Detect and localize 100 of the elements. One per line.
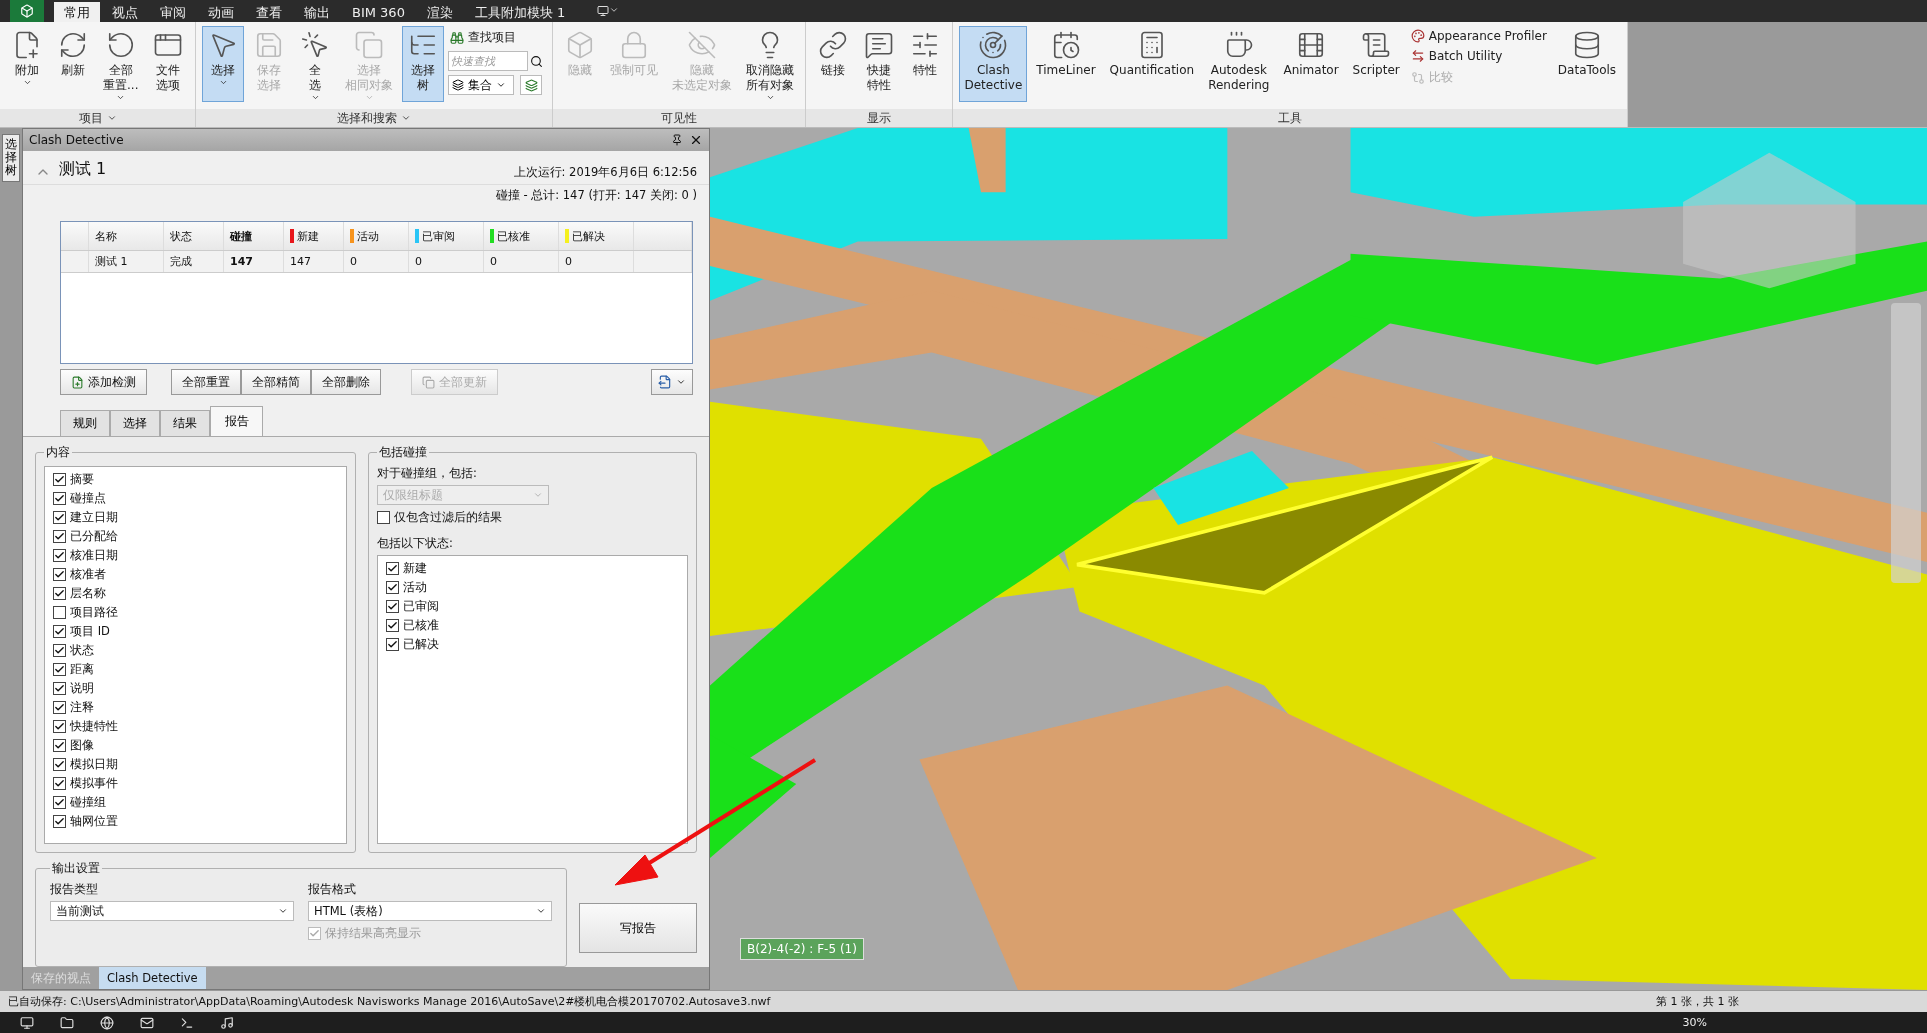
ribbon-button[interactable]: 文件 选项 xyxy=(147,26,190,102)
content-checkbox[interactable]: 注释 xyxy=(53,699,338,716)
checkmark-icon xyxy=(54,588,65,599)
content-checkbox[interactable]: 项目路径 xyxy=(53,604,338,621)
music-icon[interactable] xyxy=(220,1015,234,1030)
table-cell: 0 xyxy=(559,251,634,272)
ribbon-tab[interactable]: 输出 xyxy=(294,2,340,22)
window-tab[interactable]: Clash Detective xyxy=(99,967,206,989)
ribbon-button[interactable]: TimeLiner xyxy=(1031,26,1101,102)
ribbon-button[interactable]: Clash Detective xyxy=(959,26,1028,102)
ribbon-group-title[interactable]: 项目 xyxy=(0,109,196,127)
content-checkbox[interactable]: 摘要 xyxy=(53,471,338,488)
content-checkbox[interactable]: 已分配给 xyxy=(53,528,338,545)
ribbon-button[interactable]: Animator xyxy=(1278,26,1344,102)
ribbon-button[interactable]: 全 选 xyxy=(294,26,337,106)
panel-button[interactable]: 全部精简 xyxy=(241,369,311,395)
column-header[interactable]: 新建 xyxy=(284,222,344,250)
column-header[interactable]: 碰撞 xyxy=(224,222,284,250)
content-checkbox[interactable]: 碰撞组 xyxy=(53,794,338,811)
pin-icon[interactable] xyxy=(671,134,683,146)
column-header[interactable]: 状态 xyxy=(164,222,224,250)
find-items-button[interactable]: 查找项目 xyxy=(448,28,547,47)
ribbon-tab[interactable]: 视点 xyxy=(102,2,148,22)
column-header[interactable]: 已核准 xyxy=(484,222,559,250)
export-dropdown-button[interactable] xyxy=(651,369,693,395)
content-checkbox[interactable]: 项目 ID xyxy=(53,623,338,640)
panel-tab[interactable]: 结果 xyxy=(160,410,210,436)
checkmark-icon xyxy=(54,531,65,542)
ribbon-button[interactable]: 链接 xyxy=(812,26,855,102)
app-logo-icon[interactable] xyxy=(10,0,44,22)
content-checkbox[interactable]: 碰撞点 xyxy=(53,490,338,507)
panel-button[interactable]: 全部删除 xyxy=(311,369,381,395)
column-header[interactable]: 活动 xyxy=(344,222,409,250)
panel-tab[interactable]: 选择 xyxy=(110,410,160,436)
content-checkbox[interactable]: 轴网位置 xyxy=(53,813,338,830)
column-header[interactable]: 已解决 xyxy=(559,222,634,250)
ribbon-group-title: 可见性 xyxy=(553,109,806,127)
checkmark-icon xyxy=(54,797,65,808)
mail-icon[interactable] xyxy=(140,1015,154,1030)
content-checkbox[interactable]: 快捷特性 xyxy=(53,718,338,735)
ribbon-button[interactable]: Quantification xyxy=(1104,26,1200,102)
panel-button[interactable]: 添加检测 xyxy=(60,369,147,395)
status-checkbox[interactable]: 新建 xyxy=(386,560,679,577)
checkmark-icon xyxy=(54,512,65,523)
ribbon-button[interactable]: 取消隐藏 所有对象 xyxy=(741,26,800,106)
sets-manage-button[interactable] xyxy=(520,75,543,95)
ribbon-tab[interactable]: 查看 xyxy=(246,2,292,22)
status-checkbox[interactable]: 已解决 xyxy=(386,636,679,653)
ribbon-button[interactable]: 全部 重置... xyxy=(98,26,144,106)
column-header[interactable]: 已审阅 xyxy=(409,222,484,250)
content-checkbox[interactable]: 距离 xyxy=(53,661,338,678)
quick-find-field[interactable]: 快速查找 xyxy=(448,51,529,71)
content-checkbox[interactable]: 核准者 xyxy=(53,566,338,583)
content-checkbox[interactable]: 说明 xyxy=(53,680,338,697)
search-icon[interactable] xyxy=(530,54,544,68)
sets-dropdown[interactable]: 集合 xyxy=(448,75,515,95)
write-report-button[interactable]: 写报告 xyxy=(579,903,697,953)
terminal-icon[interactable] xyxy=(180,1015,194,1030)
report-format-dropdown[interactable]: HTML (表格) xyxy=(308,901,552,921)
folder-icon[interactable] xyxy=(60,1015,74,1030)
ribbon-button[interactable]: 刷新 xyxy=(52,26,94,102)
globe-icon[interactable] xyxy=(100,1015,114,1030)
content-checkbox[interactable]: 状态 xyxy=(53,642,338,659)
panel-tab[interactable]: 规则 xyxy=(60,410,110,436)
ribbon-tab[interactable]: 工具附加模块 1 xyxy=(464,2,576,22)
content-checkbox[interactable]: 模拟事件 xyxy=(53,775,338,792)
ribbon-group-title[interactable]: 选择和搜索 xyxy=(196,109,553,127)
content-checkbox[interactable]: 模拟日期 xyxy=(53,756,338,773)
selection-tree-tab[interactable]: 选择树 xyxy=(2,134,20,182)
panel-button[interactable]: 全部重置 xyxy=(171,369,241,395)
ribbon-small-button[interactable]: Batch Utility xyxy=(1408,48,1549,64)
quick-access-dropdown-icon[interactable] xyxy=(597,5,620,17)
content-checkbox[interactable]: 层名称 xyxy=(53,585,338,602)
ribbon-button[interactable]: 选择 树 xyxy=(402,26,445,102)
ribbon-tab[interactable]: 渲染 xyxy=(416,2,463,22)
ribbon-button[interactable]: Autodesk Rendering xyxy=(1203,26,1275,102)
ribbon-tab[interactable]: BIM 360 xyxy=(342,2,415,22)
report-type-dropdown[interactable]: 当前测试 xyxy=(50,901,294,921)
status-checkbox[interactable]: 活动 xyxy=(386,579,679,596)
content-checkbox[interactable]: 建立日期 xyxy=(53,509,338,526)
ribbon-button[interactable]: 选择 xyxy=(202,26,245,102)
status-checkbox[interactable]: 已审阅 xyxy=(386,598,679,615)
ribbon-tab[interactable]: 动画 xyxy=(198,2,244,22)
ribbon-tab[interactable]: 常用 xyxy=(54,2,100,22)
column-header[interactable]: 名称 xyxy=(89,222,164,250)
ribbon-small-button[interactable]: Appearance Profiler xyxy=(1408,28,1549,44)
panel-tab[interactable]: 报告 xyxy=(210,406,263,436)
content-checkbox[interactable]: 图像 xyxy=(53,737,338,754)
content-checkbox[interactable]: 核准日期 xyxy=(53,547,338,564)
ribbon-button[interactable]: Scripter xyxy=(1347,26,1405,102)
filter-checkbox[interactable]: 仅包含过滤后的结果 xyxy=(377,509,688,526)
ribbon-tab[interactable]: 审阅 xyxy=(150,2,196,22)
table-cell: 147 xyxy=(284,251,344,272)
ribbon-button[interactable]: 附加 xyxy=(6,26,48,102)
ribbon-button[interactable]: DataTools xyxy=(1552,26,1622,102)
ribbon-button[interactable]: 快捷 特性 xyxy=(858,26,901,102)
close-icon[interactable] xyxy=(689,133,703,147)
ribbon-button[interactable]: 特性 xyxy=(904,26,947,102)
status-checkbox[interactable]: 已核准 xyxy=(386,617,679,634)
checkmark-icon xyxy=(309,928,320,939)
